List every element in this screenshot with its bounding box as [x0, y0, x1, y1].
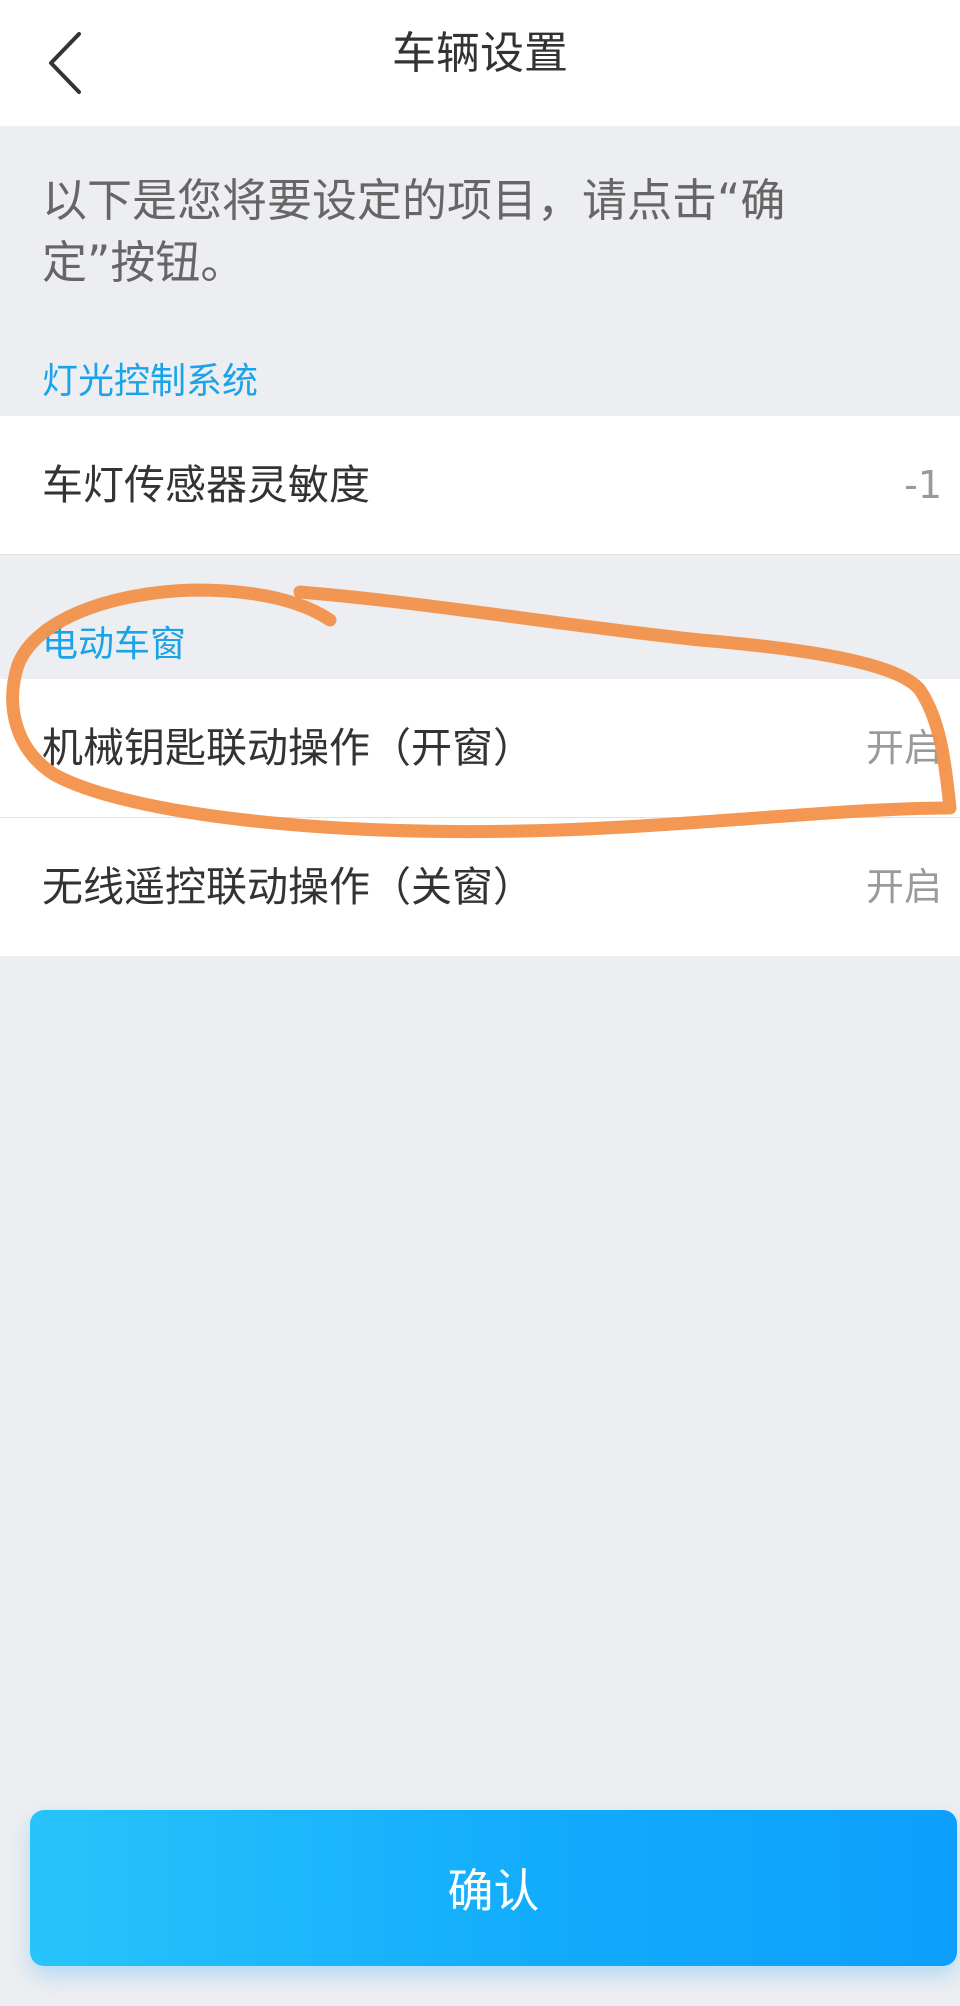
- setting-label: 车灯传感器灵敏度: [42, 461, 370, 509]
- intro-text: 以下是您将要设定的项目，请点击“确定”按钮。: [42, 174, 786, 289]
- setting-value: -1: [904, 463, 942, 507]
- hand-drawn-circle-annotation: [6, 583, 957, 839]
- setting-value: 开启: [865, 865, 942, 909]
- header-bar: 车辆设置: [0, 0, 960, 126]
- confirm-button[interactable]: 确认: [30, 1810, 957, 1966]
- setting-value: 开启: [865, 726, 942, 770]
- section-title-light-control: 灯光控制系统: [42, 361, 259, 402]
- setting-label: 机械钥匙联动操作（开窗）: [42, 724, 534, 772]
- section-title-power-window: 电动车窗: [42, 624, 187, 665]
- setting-row-mechanical-key-open-window[interactable]: 机械钥匙联动操作（开窗） 开启: [0, 679, 960, 818]
- setting-row-light-sensor-sensitivity[interactable]: 车灯传感器灵敏度 -1: [0, 416, 960, 555]
- setting-label: 无线遥控联动操作（关窗）: [42, 863, 534, 911]
- setting-row-remote-close-window[interactable]: 无线遥控联动操作（关窗） 开启: [0, 818, 960, 956]
- page-title: 车辆设置: [392, 28, 568, 79]
